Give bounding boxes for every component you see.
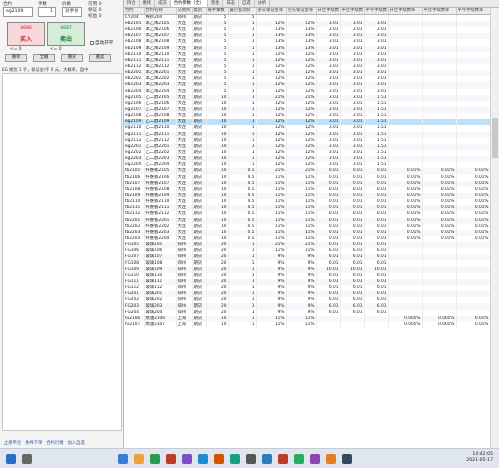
- table-cell: 0.005%: [422, 321, 457, 329]
- table-cell: [364, 321, 389, 329]
- table-cell: eb2203: [124, 82, 145, 89]
- order-panel: 合约 eg2109 手数 1 价格 对手价 可用 0 保证 0 权益 0 468…: [0, 0, 124, 448]
- start-icon[interactable]: [6, 454, 16, 464]
- table-cell: eg2105: [124, 94, 145, 101]
- table-cell: 1: [228, 321, 257, 329]
- column-header[interactable]: 空头保证金率: [286, 8, 317, 15]
- contract-table: 合约 合约名称 交易所 类别 每手乘数 最小变动价 多头保证金率 空头保证金率 开仓手续费 平仓手…: [124, 8, 491, 329]
- column-header[interactable]: 平今手续费: [364, 8, 389, 15]
- sell-button[interactable]: 4687 卖出: [47, 22, 85, 46]
- app-icon[interactable]: [310, 454, 320, 464]
- clock-date: 2021-05-17: [466, 458, 493, 463]
- account-summary: 可用 0 保证 0 权益 0: [88, 2, 122, 20]
- tab-funds[interactable]: 资金: [208, 0, 224, 7]
- tab-orders[interactable]: 委托: [140, 0, 156, 7]
- cancel-buy-button[interactable]: 撤买: [61, 54, 83, 62]
- app-icon[interactable]: [198, 454, 208, 464]
- table-cell: eb2109: [124, 45, 145, 52]
- message-area: [2, 73, 122, 431]
- tab-watchlist[interactable]: 自选: [239, 0, 255, 7]
- app-icon[interactable]: [278, 454, 288, 464]
- table-cell: [316, 321, 341, 329]
- cancel-sell-button[interactable]: 撤卖: [89, 54, 111, 62]
- sub-note: <= 0: [50, 47, 62, 52]
- app-icon[interactable]: [246, 454, 256, 464]
- sub-note: <= 0: [10, 47, 22, 52]
- cancel-all-button[interactable]: 全撤: [33, 54, 55, 62]
- table-cell: eg2110: [124, 125, 145, 132]
- table-cell: 0.01%: [456, 321, 491, 329]
- column-header[interactable]: 多头保证金率: [256, 8, 287, 15]
- table-cell: fu2107: [124, 321, 145, 329]
- system-clock[interactable]: 14:42:05 2021-05-17: [466, 452, 493, 464]
- column-header[interactable]: 交易所: [176, 8, 193, 15]
- account-line: 权益 0: [88, 14, 102, 19]
- tab-contract-params[interactable]: 合约参数（全）: [170, 0, 208, 7]
- search-icon[interactable]: [22, 454, 32, 464]
- app-icon[interactable]: [326, 454, 336, 464]
- table-cell: 11%: [286, 321, 317, 329]
- checkbox-icon[interactable]: [90, 41, 94, 45]
- table-cell: eb2108: [124, 39, 145, 46]
- app-icon[interactable]: [230, 454, 240, 464]
- scrollbar-thumb[interactable]: [492, 118, 498, 158]
- app-icon[interactable]: [262, 454, 272, 464]
- conditional-order-link[interactable]: 条件下单: [25, 440, 42, 448]
- cancel-order-button[interactable]: 撤单: [5, 54, 27, 62]
- table-cell: [340, 321, 365, 329]
- bottom-links: 止损平仓 条件下单 合约行情 加入自选: [0, 440, 124, 448]
- table-header: 合约 合约名称 交易所 类别 每手乘数 最小变动价 多头保证金率 空头保证金率 开仓手续费 平仓手…: [124, 8, 491, 15]
- vertical-scrollbar[interactable]: [490, 8, 499, 448]
- sell-price: 4687: [60, 26, 72, 31]
- table-cell: 10: [206, 321, 229, 329]
- tab-analysis[interactable]: 分析: [255, 0, 271, 7]
- table-cell: eb2204: [124, 88, 145, 95]
- table-cell: 期货: [192, 321, 207, 329]
- buy-label: 买入: [19, 36, 32, 43]
- table-cell: eg2111: [124, 131, 145, 138]
- contract-grid: 持仓 委托 成交 合约参数（全） 资金 日志 自选 分析 合约 合约名称 交易所 类别…: [124, 0, 499, 448]
- app-icon[interactable]: [214, 454, 224, 464]
- table-cell: 11%: [256, 321, 287, 329]
- hands-input[interactable]: 1: [38, 7, 56, 17]
- table-cell: eb2110: [124, 51, 145, 58]
- sell-label: 卖出: [59, 36, 72, 43]
- folder-icon[interactable]: [134, 454, 144, 464]
- taskbar: 14:42:05 2021-05-17: [0, 448, 499, 468]
- table-cell: 燃油2107: [144, 321, 177, 329]
- app-icon[interactable]: [150, 454, 160, 464]
- app-icon[interactable]: [182, 454, 192, 464]
- app-icon[interactable]: [294, 454, 304, 464]
- column-header[interactable]: 开仓手续费: [316, 8, 341, 15]
- tab-trades[interactable]: 成交: [155, 0, 171, 7]
- buy-price: 4686: [20, 26, 32, 31]
- table-cell: eg2112: [124, 137, 145, 144]
- symbol-input[interactable]: eg2109: [3, 7, 33, 17]
- auto-open-label: 自动开平: [95, 41, 114, 46]
- browser-icon[interactable]: [118, 454, 128, 464]
- tab-log[interactable]: 日志: [223, 0, 240, 7]
- add-watchlist-link[interactable]: 加入自选: [68, 440, 85, 448]
- column-header[interactable]: 平仓手续费: [340, 8, 365, 15]
- price-type-select[interactable]: 对手价: [62, 7, 82, 17]
- table-cell: 0.005%: [388, 321, 423, 329]
- stop-loss-link[interactable]: 止损平仓: [4, 440, 21, 448]
- app-icon[interactable]: [342, 454, 352, 464]
- auto-open-toggle[interactable]: 自动开平: [90, 40, 113, 46]
- table-row[interactable]: fu2107 燃油2107 上海 期货 10 1 11% 11% 0.005% 0.005% 0.0…: [124, 321, 491, 329]
- tab-bar: 持仓 委托 成交 合约参数（全） 资金 日志 自选 分析: [124, 0, 499, 8]
- table-cell: 上海: [176, 321, 193, 329]
- tab-positions[interactable]: 持仓: [124, 0, 140, 7]
- app-icon[interactable]: [166, 454, 176, 464]
- contract-quote-link[interactable]: 合约行情: [46, 440, 63, 448]
- buy-button[interactable]: 4686 买入: [7, 22, 45, 46]
